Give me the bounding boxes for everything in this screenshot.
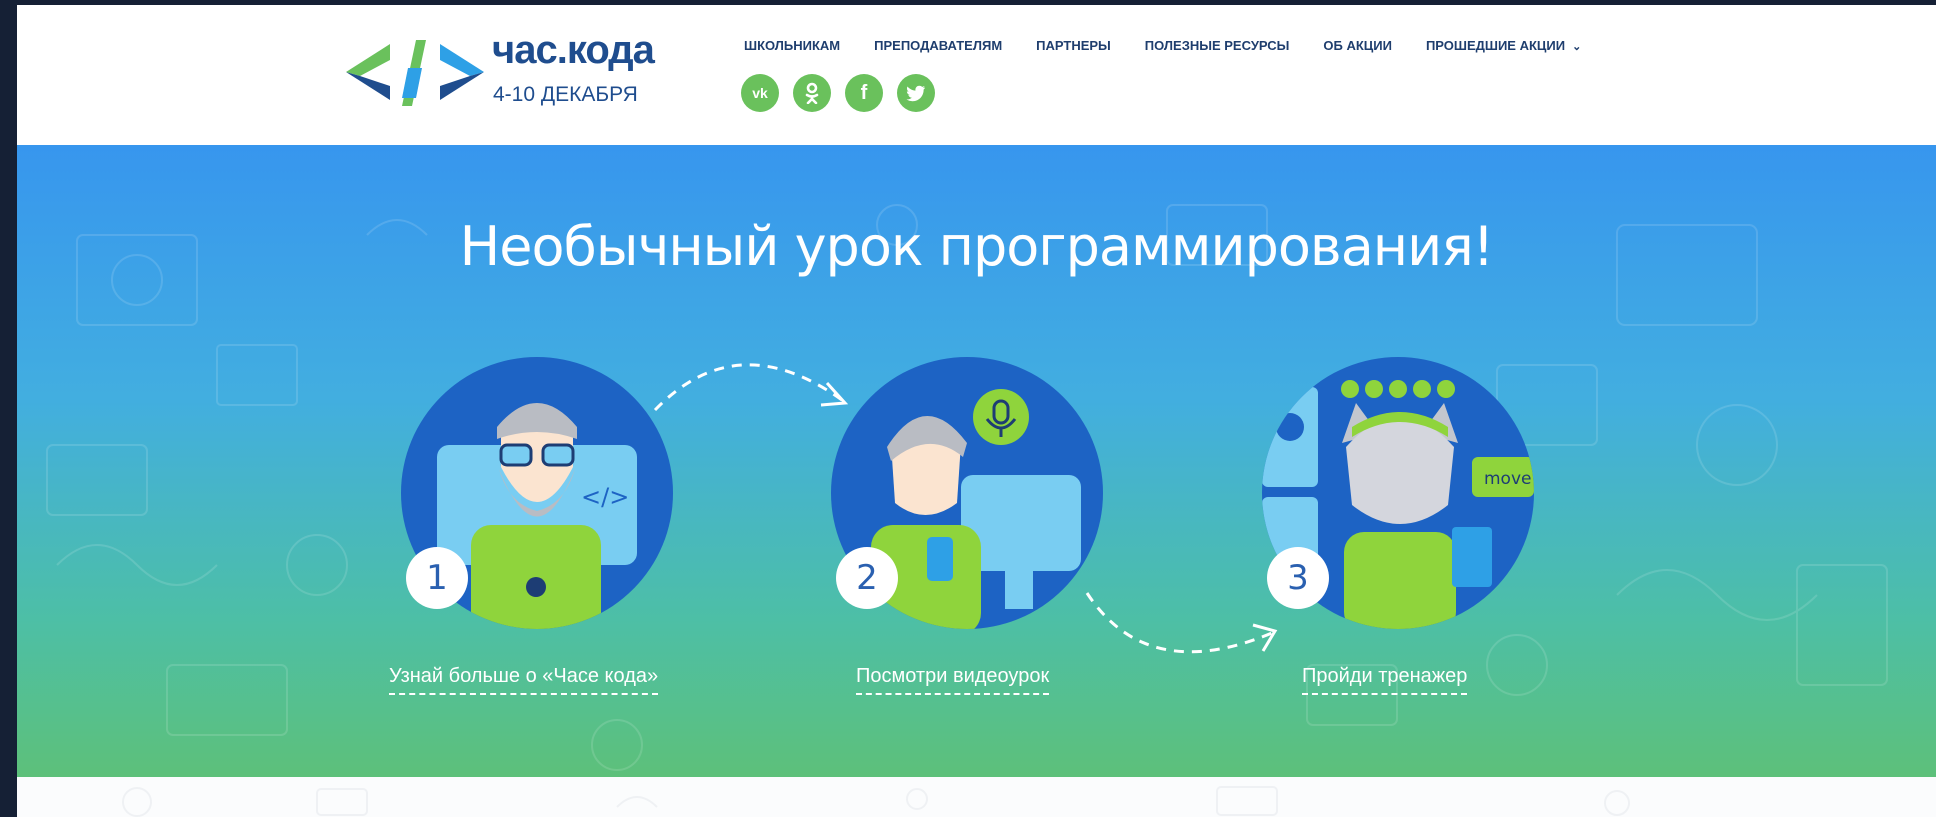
code-tag-text: </> (581, 483, 629, 511)
logo-code-icon (346, 40, 484, 106)
logo-title: час.кода (492, 28, 655, 72)
odnoklassniki-icon[interactable] (793, 74, 831, 112)
step-3-link[interactable]: Пройди тренажер (1302, 665, 1468, 695)
site-header: час.кода 4-10 ДЕКАБРЯ ШКОЛЬНИКАМ ПРЕПОДА… (17, 5, 1936, 145)
logo[interactable]: час.кода 4-10 ДЕКАБРЯ (346, 28, 686, 112)
nav-item-partners[interactable]: ПАРТНЕРЫ (1036, 38, 1111, 53)
move-label: move (1484, 469, 1531, 489)
step-3-card[interactable]: move 3 (1262, 357, 1534, 629)
nav-item-about[interactable]: ОБ АКЦИИ (1323, 38, 1392, 53)
twitter-icon[interactable] (897, 74, 935, 112)
page-frame: час.кода 4-10 ДЕКАБРЯ ШКОЛЬНИКАМ ПРЕПОДА… (17, 5, 1936, 817)
nav-item-past-events[interactable]: ПРОШЕДШИЕ АКЦИИ ⌄ (1426, 38, 1581, 53)
vk-icon[interactable]: vk (741, 74, 779, 112)
logo-date: 4-10 ДЕКАБРЯ (493, 83, 638, 106)
nav-item-resources[interactable]: ПОЛЕЗНЫЕ РЕСУРСЫ (1145, 38, 1290, 53)
step-2-card[interactable]: 2 (831, 357, 1103, 629)
social-links: vk f (741, 74, 949, 112)
nav-item-past-events-label: ПРОШЕДШИЕ АКЦИИ (1425, 38, 1566, 53)
step-2-link[interactable]: Посмотри видеоурок (856, 665, 1050, 695)
step-1-link[interactable]: Узнай больше о «Часе кода» (389, 665, 659, 695)
nav-item-students[interactable]: ШКОЛЬНИКАМ (744, 38, 840, 53)
step-1-card[interactable]: </> 1 (401, 357, 673, 629)
chevron-down-icon: ⌄ (1572, 41, 1582, 53)
hero-section: Необычный урок программирования! </> 1 2… (17, 145, 1936, 777)
step-1-number: 1 (406, 547, 468, 609)
hero-title: Необычный урок программирования! (459, 215, 1495, 278)
facebook-icon[interactable]: f (845, 74, 883, 112)
step-2-number: 2 (836, 547, 898, 609)
next-section-strip (17, 777, 1936, 817)
nav-item-teachers[interactable]: ПРЕПОДАВАТЕЛЯМ (874, 38, 1002, 53)
main-nav: ШКОЛЬНИКАМ ПРЕПОДАВАТЕЛЯМ ПАРТНЕРЫ ПОЛЕЗ… (744, 38, 1615, 53)
step-3-number: 3 (1267, 547, 1329, 609)
